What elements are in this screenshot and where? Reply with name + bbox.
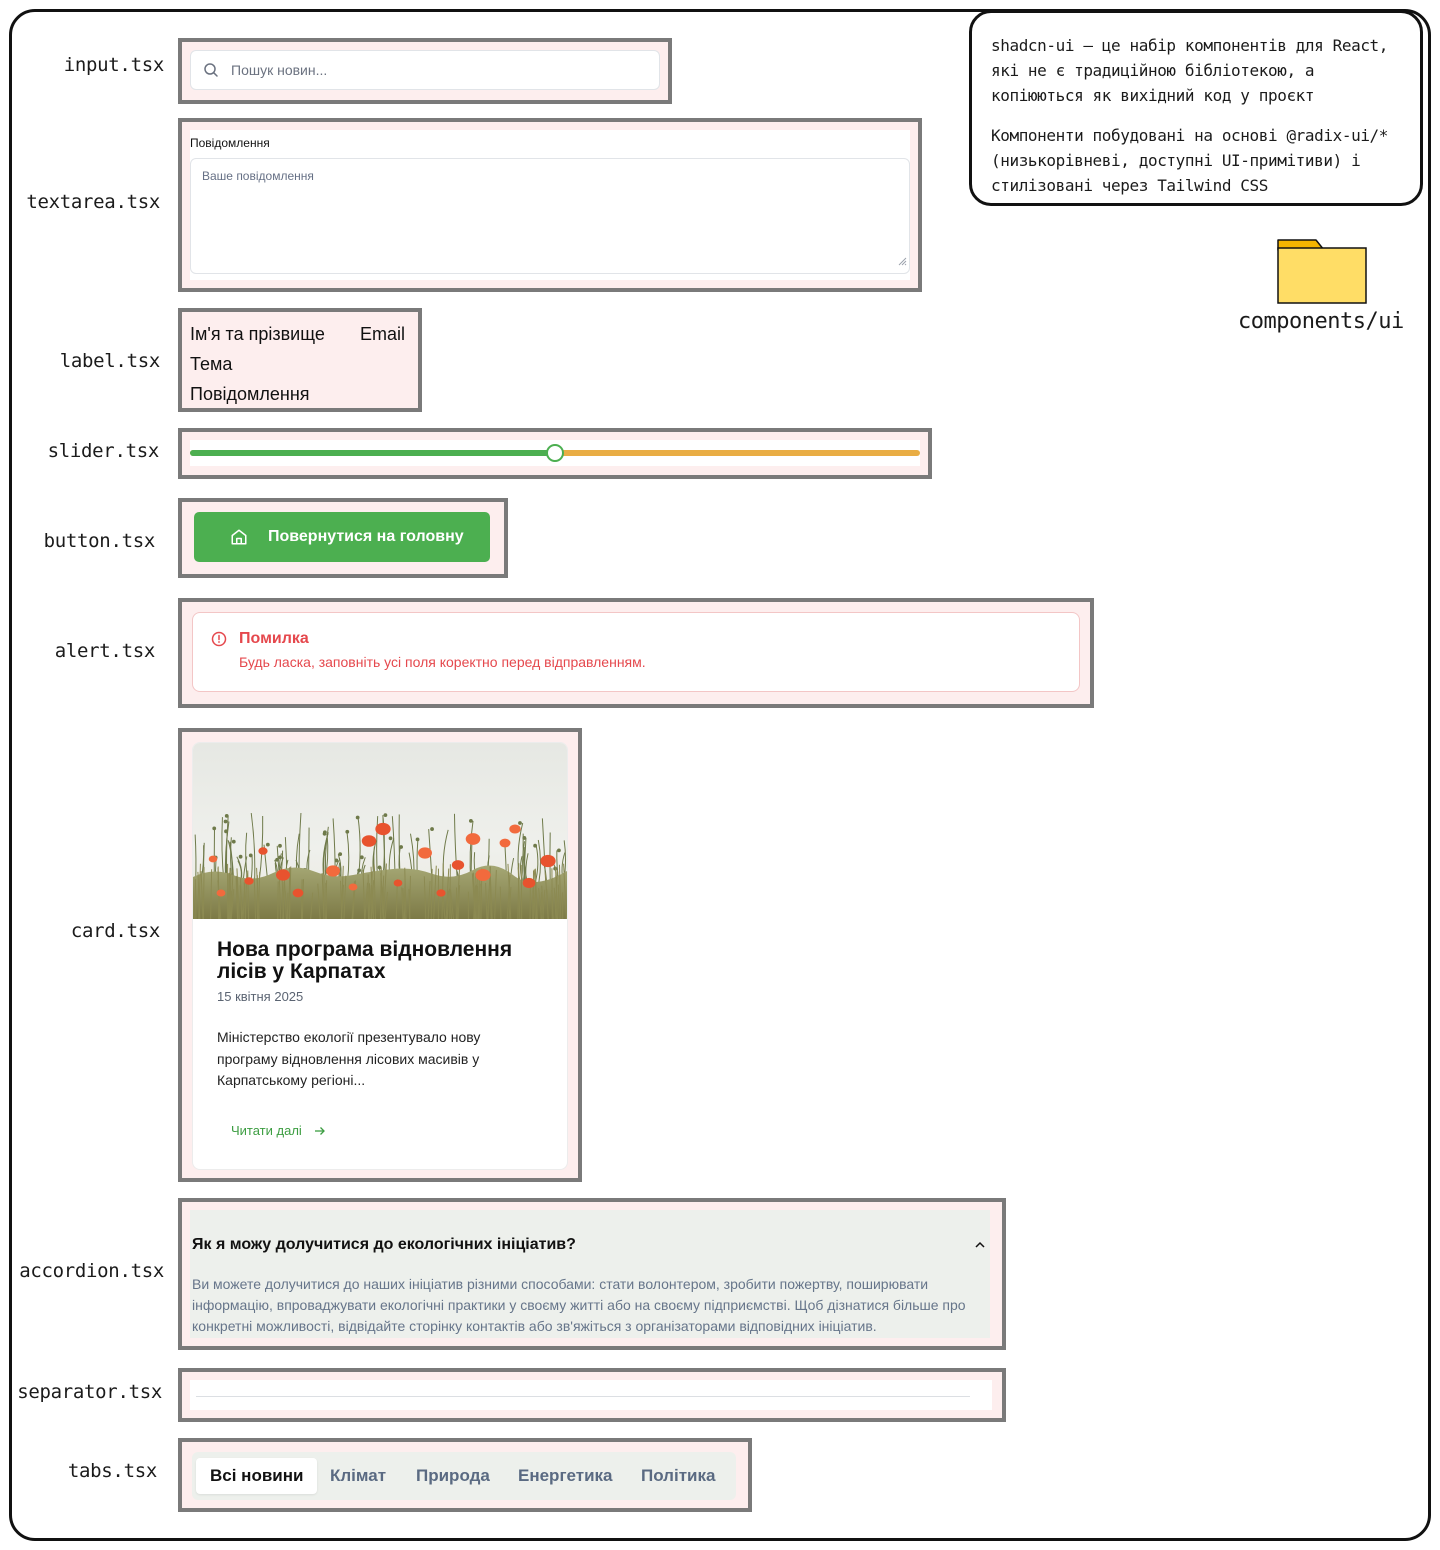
label-message: Повідомлення <box>190 384 310 404</box>
folder-icon <box>1277 239 1367 304</box>
slider-thumb[interactable] <box>546 444 564 462</box>
accordion-trigger[interactable]: Як я можу долучитися до екологічних ініц… <box>192 1236 576 1254</box>
alert-title: Помилка <box>239 630 309 647</box>
label-subject: Тема <box>190 354 233 374</box>
label-textarea-tsx: textarea.tsx <box>26 191 160 213</box>
arrow-right-icon <box>314 1126 325 1135</box>
slider[interactable] <box>190 440 920 466</box>
label-alert-tsx: alert.tsx <box>54 640 156 662</box>
news-card: Нова програма відновлення лісів у Карпат… <box>192 742 568 1170</box>
accordion-demo-box: Як я можу долучитися до екологічних ініц… <box>178 1198 1006 1350</box>
tab-politics[interactable]: Політика <box>641 1458 715 1494</box>
tab-climate[interactable]: Клімат <box>330 1458 386 1494</box>
card-title: Нова програма відновлення лісів у Карпат… <box>217 938 513 983</box>
folder-label: components/ui <box>1238 309 1404 334</box>
label-tabs-tsx: tabs.tsx <box>67 1460 157 1482</box>
label-label-tsx: label.tsx <box>59 350 161 372</box>
textarea-demo-box: Повідомлення Ваше повідомлення <box>178 118 922 292</box>
search-placeholder: Пошук новин... <box>231 62 328 78</box>
label-button-tsx: button.tsx <box>43 530 156 552</box>
textarea-placeholder: Ваше повідомлення <box>202 169 314 183</box>
chevron-up-icon[interactable] <box>974 1238 986 1256</box>
alert-demo-box: Помилка Будь ласка, заповніть усі поля к… <box>178 598 1094 708</box>
card-date: 15 квітня 2025 <box>217 989 304 1004</box>
alert-circle-icon <box>211 631 227 652</box>
alert-description: Будь ласка, заповніть усі поля коректно … <box>239 654 646 670</box>
search-input[interactable]: Пошук новин... <box>190 50 660 90</box>
label-demo-box: Ім'я та прізвище Email Тема Повідомлення <box>178 308 422 412</box>
label-accordion-tsx: accordion.tsx <box>19 1260 164 1282</box>
tabs-demo-box: Всі новини Клімат Природа Енергетика Пол… <box>178 1438 752 1512</box>
note-paragraph-2: Компоненти побудовані на основі @radix-u… <box>991 126 1389 195</box>
label-slider-tsx: slider.tsx <box>47 440 160 462</box>
home-icon <box>230 528 248 546</box>
separator-line <box>196 1396 970 1397</box>
label-input-tsx: input.tsx <box>63 54 165 76</box>
label-card-tsx: card.tsx <box>70 920 160 942</box>
search-icon <box>203 62 219 78</box>
card-image <box>193 743 567 919</box>
button-demo-box: Повернутися на головну <box>178 498 508 578</box>
textarea-label: Повідомлення <box>190 136 270 150</box>
error-alert: Помилка Будь ласка, заповніть усі поля к… <box>192 612 1080 692</box>
card-description: Міністерство екології презентувало нову … <box>217 1029 481 1088</box>
input-demo-box: Пошук новин... <box>178 38 672 104</box>
accordion-item: Як я можу долучитися до екологічних ініц… <box>190 1210 990 1338</box>
message-textarea[interactable]: Ваше повідомлення <box>190 158 910 274</box>
label-full-name: Ім'я та прізвище <box>190 324 325 344</box>
accordion-content: Ви можете долучитися до наших ініціатив … <box>192 1276 966 1334</box>
resize-handle-icon[interactable] <box>897 253 907 271</box>
tab-all-news[interactable]: Всі новини <box>196 1458 318 1494</box>
back-home-button-label: Повернутися на головну <box>268 528 464 545</box>
read-more-label: Читати далі <box>231 1123 302 1138</box>
label-email: Email <box>360 324 406 344</box>
tabs-list: Всі новини Клімат Природа Енергетика Пол… <box>192 1452 736 1500</box>
slider-range <box>190 450 555 456</box>
info-note: shadcn-ui — це набір компонентів для Rea… <box>969 10 1423 206</box>
tab-nature[interactable]: Природа <box>416 1458 490 1494</box>
card-demo-box: Нова програма відновлення лісів у Карпат… <box>178 728 582 1182</box>
note-paragraph-1: shadcn-ui — це набір компонентів для Rea… <box>991 36 1389 105</box>
label-separator-tsx: separator.tsx <box>17 1381 162 1403</box>
tab-energy[interactable]: Енергетика <box>518 1458 613 1494</box>
back-home-button[interactable]: Повернутися на головну <box>194 512 490 562</box>
slider-demo-box <box>178 428 932 479</box>
separator-demo-box <box>178 1368 1006 1422</box>
read-more-link[interactable]: Читати далі <box>231 1123 326 1138</box>
